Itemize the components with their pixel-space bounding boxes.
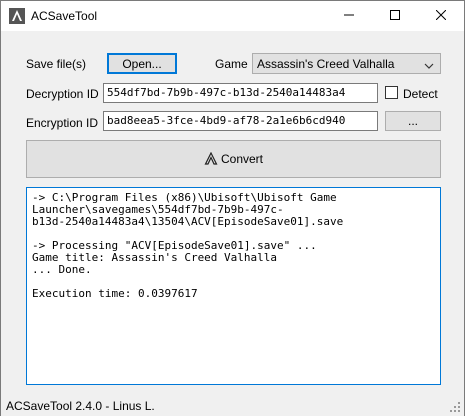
resize-grip-icon[interactable] xyxy=(449,401,461,413)
open-button[interactable]: Open... xyxy=(107,53,177,74)
close-icon xyxy=(435,9,447,23)
close-button[interactable] xyxy=(418,1,464,31)
maximize-button[interactable] xyxy=(372,1,418,31)
save-files-label: Save file(s) xyxy=(26,57,87,71)
encryption-id-input[interactable]: bad8eea5-3fce-4bd9-af78-2a1e6b6cd940 xyxy=(103,111,378,131)
decryption-id-input[interactable]: 554df7bd-7b9b-497c-b13d-2540a14483a4 xyxy=(103,83,378,103)
window-title: ACSaveTool xyxy=(31,9,98,23)
minimize-button[interactable] xyxy=(326,1,372,31)
minimize-icon xyxy=(344,9,354,23)
encryption-id-label: Encryption ID xyxy=(26,116,99,130)
game-selected-value: Assassin's Creed Valhalla xyxy=(257,57,395,71)
detect-checkbox[interactable] xyxy=(385,86,398,99)
chevron-down-icon xyxy=(424,59,434,73)
convert-button-label: Convert xyxy=(220,152,264,166)
title-bar[interactable]: ACSaveTool xyxy=(1,1,464,31)
browse-button[interactable]: ... xyxy=(385,111,441,131)
assassins-creed-logo-icon xyxy=(9,8,25,24)
assassins-creed-logo-icon xyxy=(204,152,218,166)
decryption-id-label: Decryption ID xyxy=(26,87,99,101)
status-text: ACSaveTool 2.4.0 - Linus L. xyxy=(6,399,155,413)
app-window: ACSaveTool Save file(s) Open... Game Ass… xyxy=(0,0,465,416)
game-select[interactable]: Assassin's Creed Valhalla xyxy=(252,53,441,74)
output-log[interactable]: -> C:\Program Files (x86)\Ubisoft\Ubisof… xyxy=(26,187,441,385)
convert-button[interactable]: Convert xyxy=(26,140,441,178)
status-bar: ACSaveTool 2.4.0 - Linus L. xyxy=(1,396,464,416)
game-label: Game xyxy=(215,57,248,71)
detect-label: Detect xyxy=(403,87,438,101)
maximize-icon xyxy=(390,9,400,23)
